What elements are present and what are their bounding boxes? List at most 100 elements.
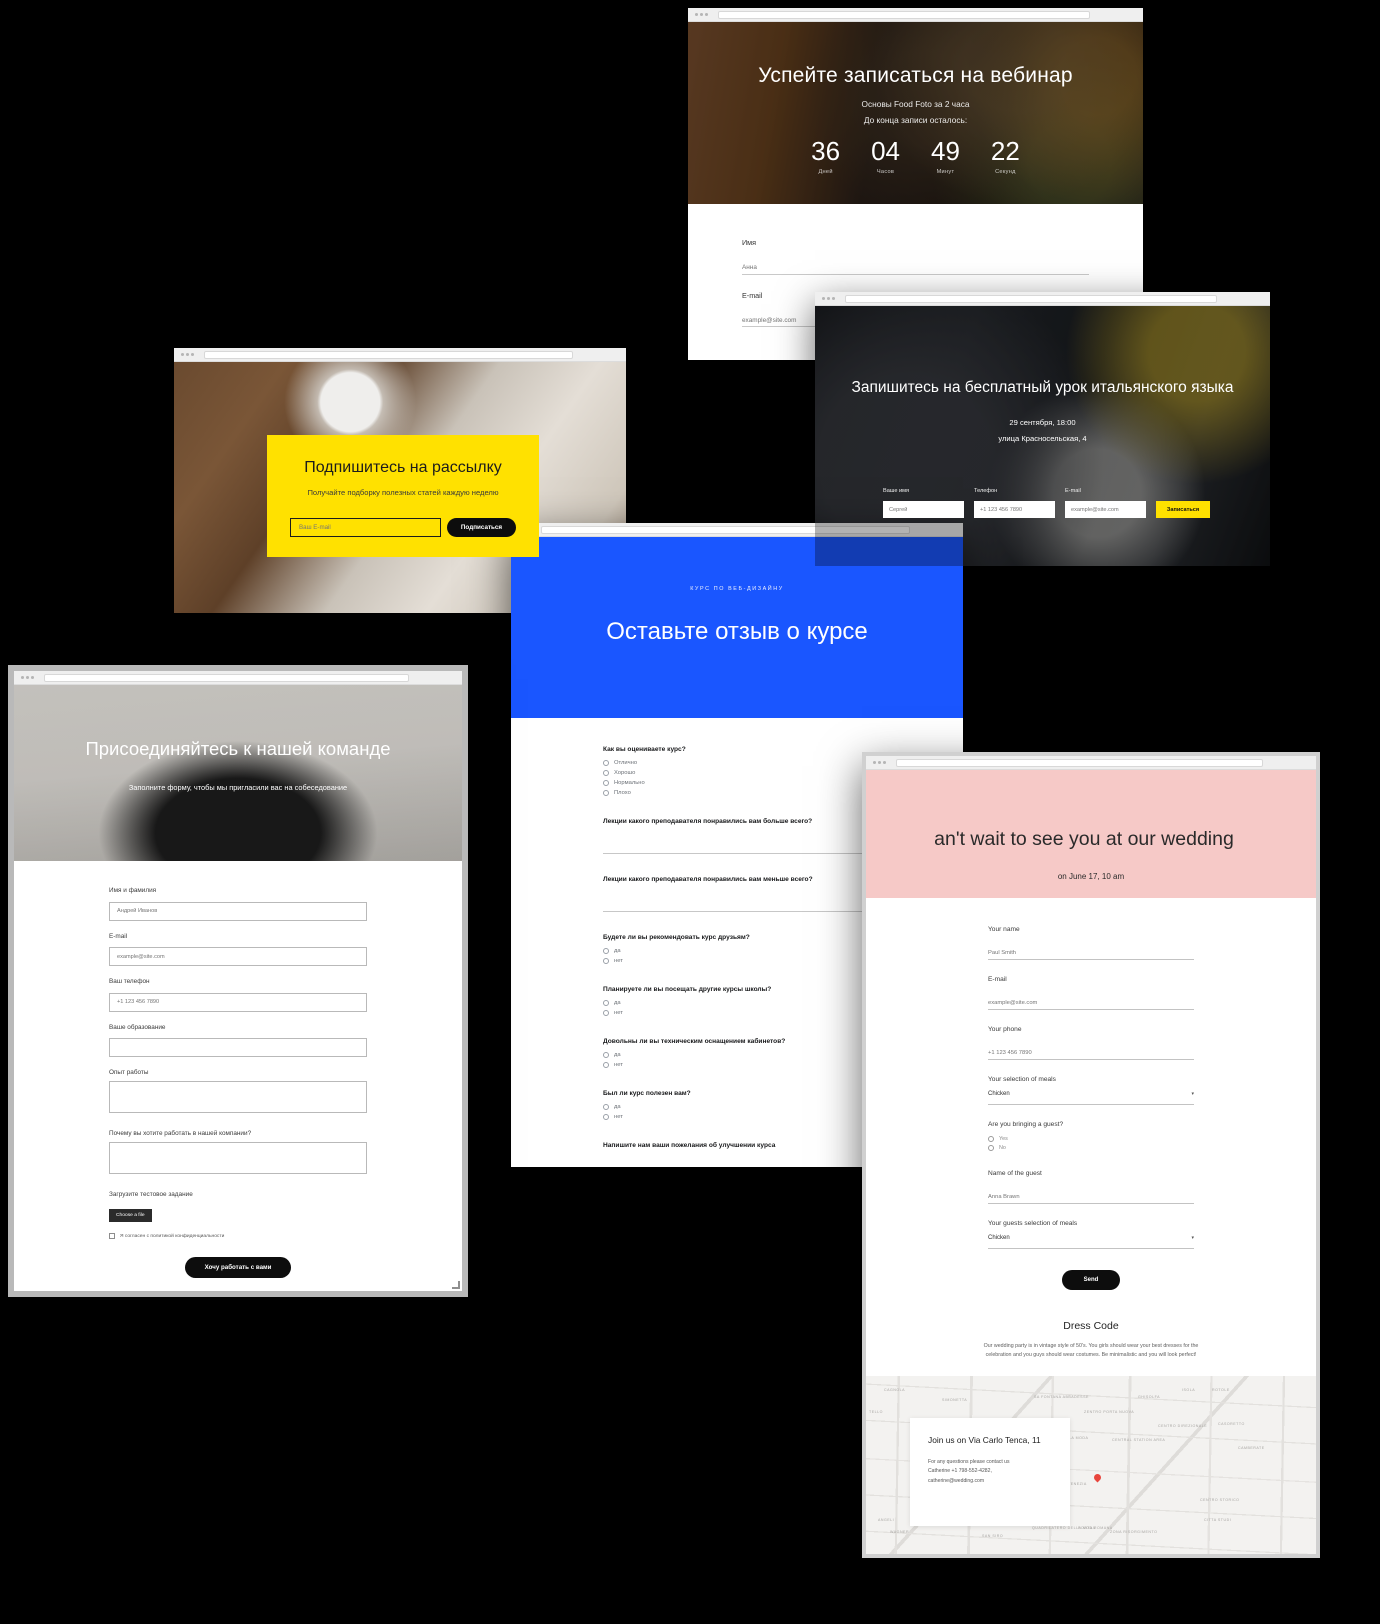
team-consent-label: Я согласен с политикой конфиденциальност… [120,1233,225,1239]
team-consent-row[interactable]: Я согласен с политикой конфиденциальност… [109,1233,367,1239]
map-pin-icon [1094,1474,1101,1481]
italian-title: Запишитесь на бесплатный урок итальянско… [851,379,1234,396]
team-submit-button[interactable]: Хочу работать с вами [184,1257,292,1278]
review-q1-option-good[interactable]: Хорошо [603,770,871,776]
radio-icon [603,1010,609,1016]
countdown-hours-value: 04 [871,136,900,166]
chevron-down-icon: ▾ [1191,1235,1194,1241]
map-label: WAGNER [890,1530,910,1534]
address-bar[interactable] [845,294,1217,303]
webinar-countdown-caption: До конца записи осталось: [863,115,968,125]
team-choose-file-button[interactable]: Choose a file [109,1209,152,1222]
window-join-team[interactable]: Присоединяйтесь к нашей команде Заполнит… [8,665,468,1297]
wedding-email-input[interactable] [988,997,1194,1010]
wedding-guest-option-yes[interactable]: Yes [988,1136,1194,1142]
map-info-line-2: Catherine +1 798-552-4282, [928,1468,992,1475]
radio-icon [603,780,609,786]
team-why-textarea[interactable] [109,1142,367,1174]
wedding-guest-option-no[interactable]: No [988,1145,1194,1151]
option-label: Плохо [614,790,631,796]
review-question-8: Напишите нам ваши пожелания об улучшении… [603,1142,776,1149]
team-upload-label: Загрузите тестовое задание [109,1191,193,1198]
review-q7-option-yes[interactable]: да [603,1104,871,1110]
wedding-guest-meals-select[interactable]: Chicken ▾ [988,1235,1194,1249]
map-label: CITTA STUDI [1204,1518,1232,1522]
team-why-label: Почему вы хотите работать в нашей компан… [109,1130,252,1137]
team-education-input[interactable] [109,1038,367,1057]
newsletter-email-input[interactable] [290,518,441,537]
review-q1-option-normal[interactable]: Нормально [603,780,871,786]
wedding-name-label: Your name [988,926,1020,933]
browser-chrome [815,292,1270,306]
address-bar[interactable] [44,673,409,682]
review-q6-option-no[interactable]: нет [603,1062,871,1068]
review-q5-option-yes[interactable]: да [603,1000,871,1006]
review-q4-option-no[interactable]: нет [603,958,871,964]
italian-name-field: Ваше имя [883,488,964,518]
option-label: Yes [999,1136,1008,1142]
review-q4-option-yes[interactable]: да [603,948,871,954]
team-experience-label: Опыт работы [109,1069,149,1076]
team-viewport: Присоединяйтесь к нашей команде Заполнит… [14,671,462,1291]
wedding-email-label: E-mail [988,976,1007,983]
wedding-meals-select[interactable]: Chicken ▾ [988,1091,1194,1105]
team-phone-input[interactable] [109,992,367,1012]
wedding-date: on June 17, 10 am [1057,872,1125,881]
address-bar[interactable] [896,758,1263,767]
team-experience-textarea[interactable] [109,1081,367,1113]
countdown-days-label: Дней [818,169,833,175]
webinar-name-label: Имя [742,238,756,247]
chevron-down-icon: ▾ [1191,1091,1194,1097]
wedding-send-button[interactable]: Send [1061,1270,1121,1290]
webinar-name-input[interactable] [742,261,1089,275]
address-bar[interactable] [204,350,573,359]
wedding-name-input[interactable] [988,947,1194,960]
radio-icon [603,770,609,776]
italian-hero: Запишитесь на бесплатный урок итальянско… [815,306,1270,566]
radio-icon [603,1052,609,1058]
window-wedding[interactable]: an't wait to see you at our wedding on J… [862,752,1320,1558]
team-name-input[interactable] [109,901,367,921]
italian-submit-button[interactable]: Записаться [1156,501,1210,518]
review-question-3: Лекции какого преподавателя понравились … [603,876,813,883]
window-controls-icon [19,676,34,679]
review-q6-option-yes[interactable]: да [603,1052,871,1058]
italian-date: 29 сентября, 18:00 [1009,417,1076,427]
team-form: Имя и фамилия E-mail Ваш телефон Ваше об… [14,861,462,1278]
webinar-subtitle: Основы Food Foto за 2 часа [861,99,970,109]
italian-phone-input[interactable] [974,501,1055,518]
review-q8-input[interactable] [603,1156,871,1167]
chrome-right-spacer [1273,759,1311,767]
team-title: Присоединяйтесь к нашей команде [85,738,391,759]
wedding-map[interactable]: CAGNOLA SIMONETTA SA FONTANA ABBADESSE GHIS… [866,1376,1316,1554]
chrome-right-spacer [419,674,457,682]
map-label: CAMBERATE [1238,1446,1265,1450]
radio-icon [603,1000,609,1006]
wedding-phone-input[interactable] [988,1047,1194,1060]
checkbox-icon[interactable] [109,1233,115,1239]
countdown-seconds-value: 22 [990,136,1020,166]
map-label: SIMONETTA [942,1398,968,1402]
review-question-6: Довольны ли вы техническим оснащением ка… [603,1038,786,1045]
newsletter-subscribe-button[interactable]: Подписаться [447,518,516,537]
webinar-title: Успейте записаться на вебинар [758,64,1073,87]
review-q1-option-excellent[interactable]: Отлично [603,760,871,766]
address-bar[interactable] [718,10,1090,19]
option-label: No [999,1145,1006,1151]
review-q5-option-no[interactable]: нет [603,1010,871,1016]
review-q1-option-bad[interactable]: Плохо [603,790,871,796]
option-label: да [614,1104,621,1110]
italian-name-input[interactable] [883,501,964,518]
review-q7-option-no[interactable]: нет [603,1114,871,1120]
resize-handle-icon[interactable] [452,1281,460,1289]
team-email-input[interactable] [109,947,367,966]
option-label: нет [614,1114,623,1120]
newsletter-subtitle: Получайте подборку полезных статей кажду… [307,488,499,497]
review-q2-input[interactable] [603,832,871,854]
team-hero: Присоединяйтесь к нашей команде Заполнит… [14,685,462,861]
window-italian-lesson[interactable]: Запишитесь на бесплатный урок итальянско… [815,292,1270,566]
italian-email-input[interactable] [1065,501,1146,518]
wedding-guest-name-input[interactable] [988,1191,1194,1204]
review-q3-input[interactable] [603,890,871,912]
window-controls-icon [820,297,835,300]
